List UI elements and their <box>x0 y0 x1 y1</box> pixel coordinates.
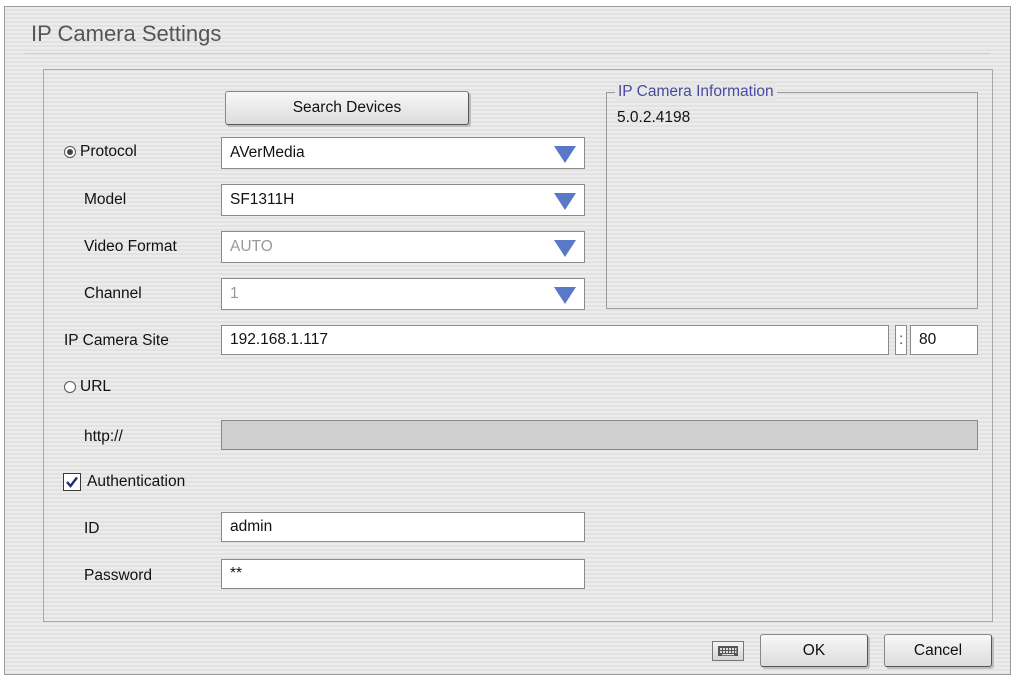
protocol-value: AVerMedia <box>230 144 305 161</box>
protocol-radio[interactable] <box>64 146 76 158</box>
id-label: ID <box>84 520 100 537</box>
checkmark-icon <box>66 476 78 488</box>
cancel-button[interactable]: Cancel <box>884 634 992 667</box>
dropdown-arrow-icon[interactable] <box>554 240 576 257</box>
url-label: URL <box>80 378 112 395</box>
video-format-value: AUTO <box>230 238 273 255</box>
protocol-select[interactable]: AVerMedia <box>221 137 585 169</box>
search-devices-button[interactable]: Search Devices <box>225 91 469 125</box>
channel-select[interactable]: 1 <box>221 278 585 310</box>
model-select[interactable]: SF1311H <box>221 184 585 216</box>
ip-camera-settings-dialog: IP Camera Settings Search Devices IP Cam… <box>4 6 1011 675</box>
dropdown-arrow-icon[interactable] <box>554 193 576 210</box>
port-input[interactable]: 80 <box>910 325 978 355</box>
password-input[interactable]: ** <box>221 559 585 589</box>
video-format-select[interactable]: AUTO <box>221 231 585 263</box>
firmware-version: 5.0.2.4198 <box>617 109 691 126</box>
dialog-title: IP Camera Settings <box>31 21 222 46</box>
ip-camera-site-label: IP Camera Site <box>64 332 169 349</box>
keyboard-icon[interactable] <box>712 641 744 661</box>
settings-panel: Search Devices IP Camera Information 5.0… <box>43 69 993 622</box>
dropdown-arrow-icon[interactable] <box>554 287 576 304</box>
ip-camera-information-legend: IP Camera Information <box>615 83 777 101</box>
model-label: Model <box>84 191 127 208</box>
ok-button[interactable]: OK <box>760 634 868 667</box>
url-input[interactable] <box>221 420 978 450</box>
channel-label: Channel <box>84 285 142 302</box>
video-format-label: Video Format <box>84 238 177 255</box>
id-input[interactable]: admin <box>221 512 585 542</box>
keyboard-glyph-icon <box>718 646 738 656</box>
protocol-label: Protocol <box>80 143 137 160</box>
http-prefix-label: http:// <box>84 428 123 445</box>
authentication-label: Authentication <box>87 473 186 490</box>
ip-camera-site-input[interactable]: 192.168.1.117 <box>221 325 889 355</box>
title-divider <box>25 53 990 54</box>
dropdown-arrow-icon[interactable] <box>554 146 576 163</box>
channel-value: 1 <box>230 285 239 302</box>
url-radio[interactable] <box>64 381 76 393</box>
model-value: SF1311H <box>230 191 295 208</box>
port-separator: : <box>895 325 907 355</box>
authentication-checkbox[interactable] <box>63 473 81 491</box>
password-label: Password <box>84 567 153 584</box>
